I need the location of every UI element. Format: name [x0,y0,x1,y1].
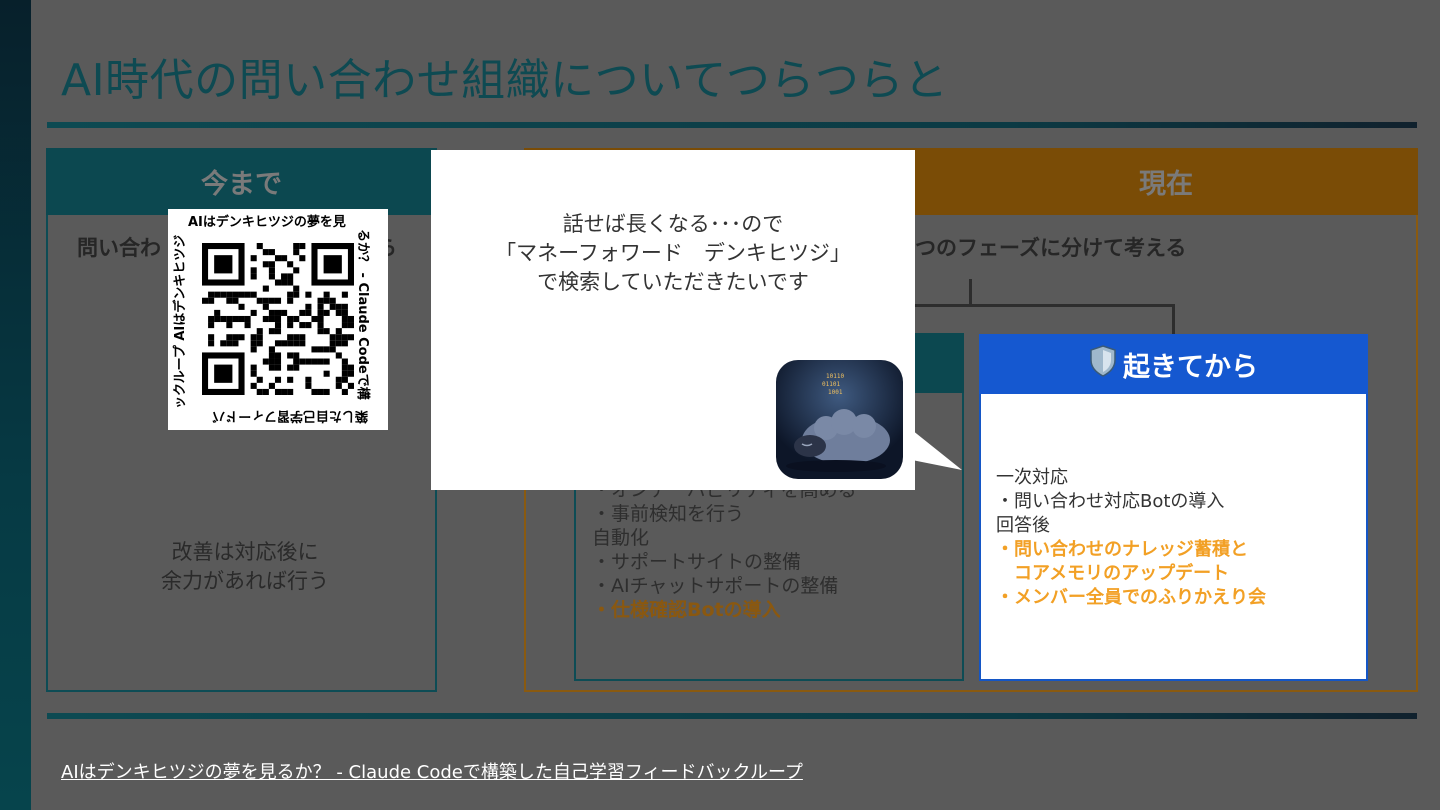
after-incident-header: 起きてから [979,334,1368,394]
sleeping-sheep-illustration: 10110 01101 1001 [776,360,903,479]
right-panel-header-label: 現在 [1139,169,1193,200]
list-item: ・サポートサイトの整備 [592,551,802,573]
after-incident-list: 一次対応 ・問い合わせ対応Botの導入 回答後 ・問い合わせのナレッジ蓄積と コ… [996,466,1356,610]
bubble-line: で検索していただきたいです [537,270,809,294]
qr-code-icon [202,243,354,395]
svg-text:10110: 10110 [826,373,844,380]
list-item: ・AIチャットサポートの整備 [592,575,839,597]
bubble-line: 「マネーフォワード デンキヒツジ」 [495,241,851,265]
tree-connector [914,304,1175,307]
list-item-highlight: ・仕様確認Botの導入 [592,599,781,621]
after-incident-title: 起きてから [1123,351,1258,383]
left-note-line: 改善は対応後に [171,540,319,564]
qr-caption-right: るか？ - Claude Codeで構 [355,229,370,400]
qr-code-card[interactable]: AIはデンキヒツジの夢を見 るか？ - Claude Codeで構 築した自己学… [168,209,388,430]
left-statement-start: 問い合わ [77,236,161,260]
list-item: ・問い合わせ対応Botの導入 [996,491,1225,512]
list-item: 回答後 [996,515,1050,536]
qr-caption-left: ックループ AIはデンキヒツジ [173,234,188,409]
page-title: AI時代の問い合わせ組織についてつらつらと [61,55,949,106]
prevention-list: ・オンデーバビリティを高める ・事前検知を行う 自動化 ・サポートサイトの整備 … [592,478,952,622]
svg-text:01101: 01101 [822,381,840,388]
list-item: 自動化 [592,527,650,549]
list-item: ・事前検知を行う [592,503,745,525]
tree-connector [1172,304,1175,334]
speech-bubble-tail [912,430,962,470]
bottom-divider [47,713,1417,719]
article-link[interactable]: AIはデンキヒツジの夢を見るか？ - Claude Codeで構築した自己学習フ… [61,758,803,784]
qr-caption-bottom: 築した自己学習フィードバ [212,408,368,423]
qr-caption-top: AIはデンキヒツジの夢を見 [188,215,346,230]
speech-bubble-text: 話せば長くなる･･･ので 「マネーフォワード デンキヒツジ」 で検索していただき… [431,210,915,297]
list-item-highlight: コアメモリのアップデート [996,563,1230,584]
bubble-line: 話せば長くなる･･･ので [562,212,784,236]
left-note-line: 余力があれば行う [161,569,329,593]
left-panel-note: 改善は対応後に 余力があれば行う [100,538,390,596]
list-item-highlight: ・メンバー全員でのふりかえり会 [996,587,1266,608]
right-panel-statement: つのフェーズに分けて考える [915,236,1187,260]
left-accent-strip [0,0,31,810]
tree-connector [969,279,972,305]
list-item-highlight: ・問い合わせのナレッジ蓄積と [996,539,1248,560]
top-divider [47,122,1417,128]
shield-icon [1089,344,1117,384]
left-panel-header: 今まで [46,148,437,215]
list-item: 一次対応 [996,467,1068,488]
svg-text:1001: 1001 [828,389,843,396]
